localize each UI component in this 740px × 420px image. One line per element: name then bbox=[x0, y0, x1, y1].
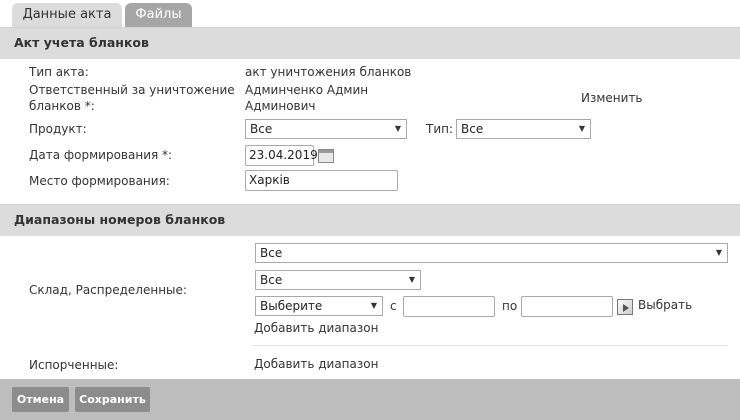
picker-icon[interactable] bbox=[617, 299, 633, 315]
distribution-select-value: Все bbox=[260, 273, 283, 287]
save-button[interactable]: Сохранить bbox=[75, 387, 150, 412]
ranges-section-title: Диапазоны номеров бланков bbox=[14, 212, 226, 227]
tab-files[interactable]: Файлы bbox=[125, 3, 192, 27]
to-label: по bbox=[502, 299, 518, 313]
product-label: Продукт: bbox=[29, 122, 87, 136]
from-input[interactable] bbox=[403, 296, 495, 317]
cancel-button[interactable]: Отмена bbox=[12, 387, 69, 412]
change-responsible-link[interactable]: Изменить bbox=[581, 91, 643, 105]
to-input[interactable] bbox=[521, 296, 613, 317]
product-select[interactable]: Все ▼ bbox=[245, 119, 407, 139]
responsible-label-line1: Ответственный за уничтожение bbox=[29, 83, 235, 97]
type2-label: Тип: bbox=[426, 122, 454, 136]
ranges-section-header: Диапазоны номеров бланков bbox=[0, 204, 740, 236]
chevron-down-icon: ▼ bbox=[715, 248, 722, 257]
warehouse-select-wide-value: Все bbox=[260, 246, 283, 260]
spoiled-label: Испорченные: bbox=[29, 358, 119, 372]
act-type-label: Тип акта: bbox=[29, 65, 89, 79]
responsible-value-line2: Админович bbox=[245, 99, 316, 113]
type2-select[interactable]: Все ▼ bbox=[456, 119, 591, 139]
tab-act-data[interactable]: Данные акта bbox=[12, 3, 122, 27]
date-label: Дата формирования *: bbox=[29, 148, 173, 162]
warehouse-select-wide[interactable]: Все ▼ bbox=[255, 243, 728, 263]
series-select[interactable]: Выберите ▼ bbox=[255, 296, 383, 316]
type2-select-value: Все bbox=[461, 122, 484, 136]
pick-button[interactable]: Выбрать bbox=[638, 298, 692, 312]
warehouse-label: Склад, Распределенные: bbox=[29, 283, 187, 297]
chevron-down-icon: ▼ bbox=[578, 124, 585, 133]
add-range-link-warehouse[interactable]: Добавить диапазон bbox=[254, 321, 378, 335]
place-input[interactable]: Харків bbox=[245, 170, 398, 191]
responsible-label-line2: бланков *: bbox=[29, 99, 95, 113]
product-select-value: Все bbox=[250, 122, 273, 136]
act-type-value: акт уничтожения бланков bbox=[245, 65, 412, 79]
chevron-down-icon: ▼ bbox=[370, 301, 377, 310]
date-input[interactable]: 23.04.2019 bbox=[245, 145, 318, 166]
add-range-link-spoiled[interactable]: Добавить диапазон bbox=[254, 357, 378, 371]
distribution-select[interactable]: Все ▼ bbox=[255, 270, 421, 290]
act-section-title: Акт учета бланков bbox=[14, 35, 149, 50]
chevron-down-icon: ▼ bbox=[394, 124, 401, 133]
chevron-down-icon: ▼ bbox=[408, 275, 415, 284]
tab-bar: Данные акта Файлы bbox=[0, 0, 740, 27]
series-select-value: Выберите bbox=[260, 299, 323, 313]
act-section-header: Акт учета бланков bbox=[0, 27, 740, 59]
responsible-value-line1: Админченко Админ bbox=[245, 83, 369, 97]
divider bbox=[252, 345, 728, 346]
footer-bar: Отмена Сохранить bbox=[0, 379, 740, 420]
place-label: Место формирования: bbox=[29, 174, 170, 188]
calendar-icon[interactable] bbox=[318, 149, 334, 163]
from-label: с bbox=[390, 299, 397, 313]
